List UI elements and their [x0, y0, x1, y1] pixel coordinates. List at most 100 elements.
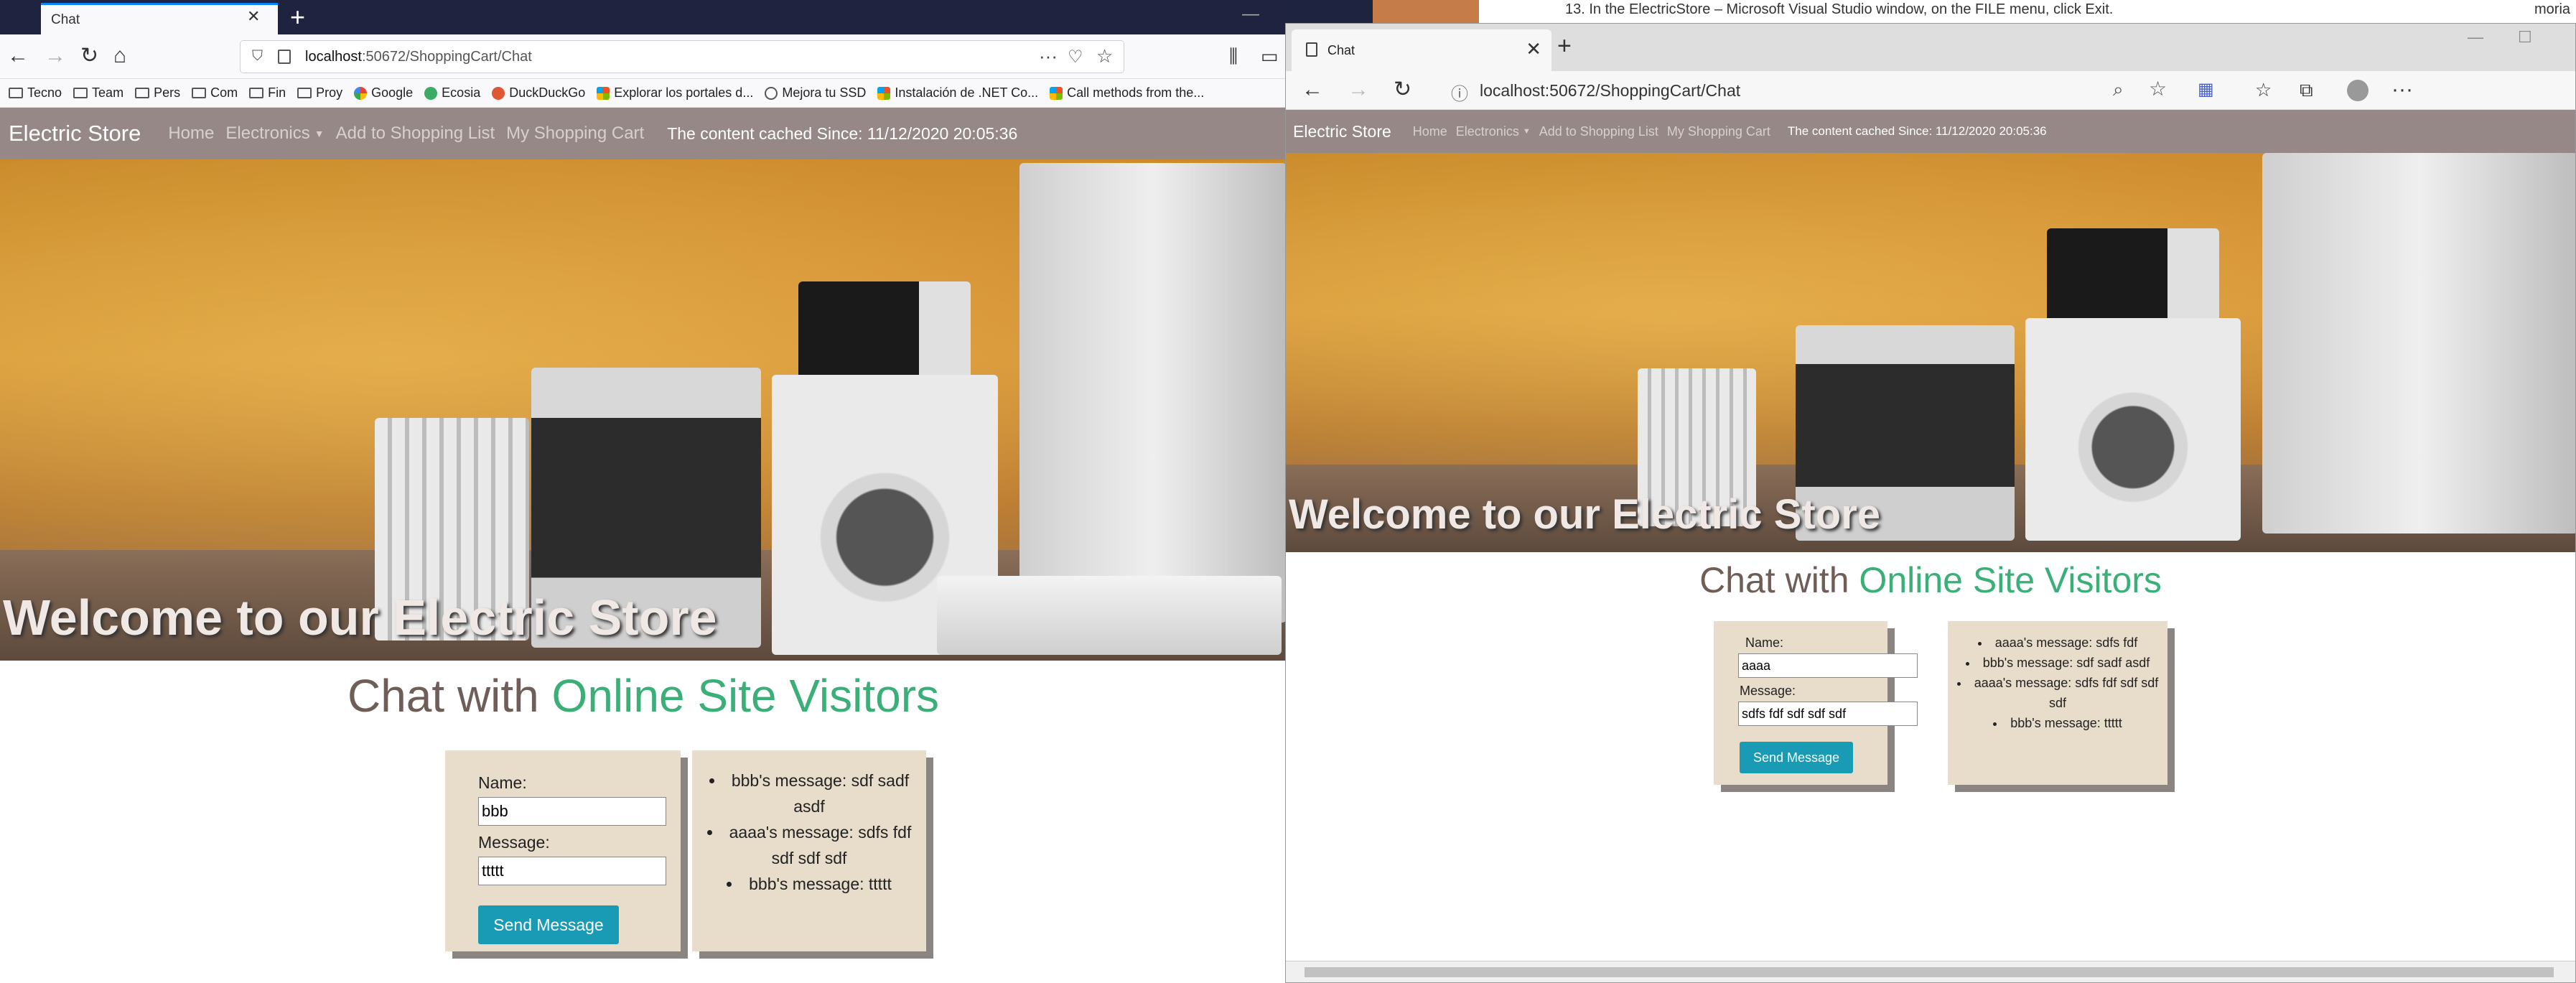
tab-bar: Chat ✕ + —	[0, 0, 1287, 34]
ecosia-icon	[424, 86, 438, 100]
new-tab-icon[interactable]: +	[1557, 32, 1572, 60]
forward-icon[interactable]: →	[1348, 75, 1369, 104]
bookmark-folder-tecno[interactable]: Tecno	[9, 85, 62, 101]
message-label: Message:	[1740, 684, 1796, 698]
nav-home[interactable]: Home	[1413, 124, 1447, 139]
nav-my-shopping-cart[interactable]: My Shopping Cart	[1667, 124, 1770, 139]
bookmark-label: Google	[371, 85, 414, 100]
tab-chat[interactable]: Chat	[41, 3, 278, 34]
background-document-text: 13. In the ElectricStore – Microsoft Vis…	[1565, 1, 2114, 17]
bookmark-folder-team[interactable]: Team	[73, 85, 123, 101]
close-tab-icon[interactable]: ✕	[247, 7, 260, 26]
nav-electronics[interactable]: Electronics	[1456, 124, 1519, 139]
address-bar[interactable]: ⓘ localhost:50672/ShoppingCart/Chat ⌕ ☆	[1441, 74, 2183, 107]
message-input[interactable]	[1738, 702, 1918, 726]
nav-my-shopping-cart[interactable]: My Shopping Cart	[506, 124, 644, 144]
send-message-button[interactable]: Send Message	[1740, 742, 1853, 773]
page-actions-icon[interactable]: ···	[1039, 45, 1058, 67]
globe-icon	[765, 86, 778, 100]
bookmark-ecosia[interactable]: Ecosia	[424, 85, 480, 101]
home-icon[interactable]: ⌂	[113, 42, 126, 70]
favorites-icon[interactable]: ☆	[2255, 75, 2272, 104]
tab-chat[interactable]: Chat ✕	[1292, 29, 1551, 71]
nav-electronics[interactable]: Electronics	[225, 124, 309, 144]
folder-icon	[249, 88, 264, 98]
bookmark-instalacion-net[interactable]: Instalación de .NET Co...	[877, 85, 1038, 101]
back-icon[interactable]: ←	[7, 42, 29, 70]
shield-icon[interactable]: ⛉	[252, 48, 263, 65]
bookmark-duckduckgo[interactable]: DuckDuckGo	[492, 85, 585, 101]
folder-icon	[135, 88, 150, 98]
back-icon[interactable]: ←	[1302, 75, 1323, 104]
bookmark-label: Ecosia	[442, 85, 481, 100]
bookmark-label: Team	[92, 85, 124, 100]
bookmark-folder-fin[interactable]: Fin	[249, 85, 286, 101]
site-brand[interactable]: Electric Store	[9, 121, 141, 146]
url-text: localhost:50672/ShoppingCart/Chat	[1480, 80, 1741, 100]
site-brand[interactable]: Electric Store	[1293, 122, 1391, 141]
address-bar[interactable]: ⛉ localhost:50672/ShoppingCart/Chat ··· …	[240, 40, 1124, 73]
profile-avatar[interactable]	[2347, 80, 2369, 101]
site-navbar: Electric Store Home Electronics ▼ Add to…	[1286, 110, 2575, 153]
bookmark-label: Tecno	[27, 85, 62, 100]
library-icon[interactable]: ⫼	[1229, 42, 1238, 70]
message-input[interactable]	[478, 857, 666, 885]
chat-title-highlight: Online Site Visitors	[1859, 560, 2162, 600]
bookmark-label: Com	[210, 85, 238, 100]
minimize-icon[interactable]: —	[1242, 4, 1259, 24]
bookmark-call-methods[interactable]: Call methods from the...	[1050, 85, 1204, 101]
send-message-button[interactable]: Send Message	[478, 905, 619, 944]
bookmark-explorar[interactable]: Explorar los portales d...	[597, 85, 753, 101]
close-tab-icon[interactable]: ✕	[1526, 38, 1541, 60]
nav-home[interactable]: Home	[168, 124, 214, 144]
minimize-icon[interactable]: —	[2468, 28, 2483, 47]
reload-icon[interactable]: ↻	[1394, 75, 1411, 104]
sidebar-icon[interactable]: ▭	[1261, 42, 1279, 70]
folder-icon	[73, 88, 88, 98]
chat-form-card: Name: Message: Send Message	[1714, 621, 1918, 785]
bookmark-folder-pers[interactable]: Pers	[135, 85, 180, 101]
microsoft-icon	[877, 86, 891, 100]
cache-status: The content cached Since: 11/12/2020 20:…	[667, 124, 1018, 143]
name-input[interactable]	[478, 797, 666, 826]
nav-add-shopping-list[interactable]: Add to Shopping List	[336, 124, 495, 144]
message-item: bbb's message: ttttt	[1956, 713, 2159, 733]
navigation-toolbar: ← → ↻ ⓘ localhost:50672/ShoppingCart/Cha…	[1286, 71, 2575, 110]
messages-list: aaaa's message: sdfs fdf bbb's message: …	[1956, 633, 2159, 733]
menu-icon[interactable]: ···	[2391, 75, 2413, 104]
pocket-icon[interactable]: ♡	[1068, 47, 1083, 67]
browser-window-right: Chat ✕ + — ☐ ← → ↻ ⓘ localhost:50672/Sho…	[1285, 23, 2576, 983]
info-icon[interactable]: ⓘ	[1451, 80, 1468, 105]
google-icon	[354, 86, 368, 100]
caret-down-icon[interactable]: ▼	[314, 128, 325, 139]
forward-icon[interactable]: →	[45, 42, 66, 70]
bookmark-mejora-ssd[interactable]: Mejora tu SSD	[765, 85, 866, 101]
nav-add-shopping-list[interactable]: Add to Shopping List	[1539, 124, 1658, 139]
bookmark-star-icon[interactable]: ☆	[1096, 45, 1113, 67]
zoom-icon[interactable]: ⌕	[2113, 78, 2124, 101]
chat-title-prefix: Chat with	[1699, 560, 1849, 600]
folder-icon	[297, 88, 312, 98]
page-icon	[278, 50, 291, 64]
extension-icon[interactable]: ▦	[2198, 75, 2214, 104]
name-input[interactable]	[1738, 653, 1918, 678]
scrollbar-thumb[interactable]	[1305, 967, 2554, 977]
navigation-toolbar: ← → ↻ ⌂ ⛉ localhost:50672/ShoppingCart/C…	[0, 34, 1287, 79]
air-conditioner-image	[937, 576, 1282, 655]
reload-icon[interactable]: ↻	[80, 42, 98, 70]
bookmark-label: DuckDuckGo	[509, 85, 586, 100]
favorite-star-icon[interactable]: ☆	[2149, 77, 2167, 101]
new-tab-icon[interactable]: +	[290, 3, 305, 32]
message-label: Message:	[478, 833, 550, 852]
desktop-background	[1373, 0, 1480, 23]
welcome-heading: Welcome to our Electric Store	[3, 590, 717, 646]
caret-down-icon[interactable]: ▼	[1523, 127, 1531, 136]
maximize-icon[interactable]: ☐	[2518, 28, 2532, 47]
bookmark-folder-proy[interactable]: Proy	[297, 85, 342, 101]
collections-icon[interactable]: ⧉	[2300, 75, 2313, 104]
duckduckgo-icon	[492, 86, 505, 100]
bookmark-google[interactable]: Google	[354, 85, 413, 101]
folder-icon	[9, 88, 23, 98]
bookmark-folder-com[interactable]: Com	[192, 85, 238, 101]
horizontal-scrollbar[interactable]	[1286, 961, 2575, 982]
